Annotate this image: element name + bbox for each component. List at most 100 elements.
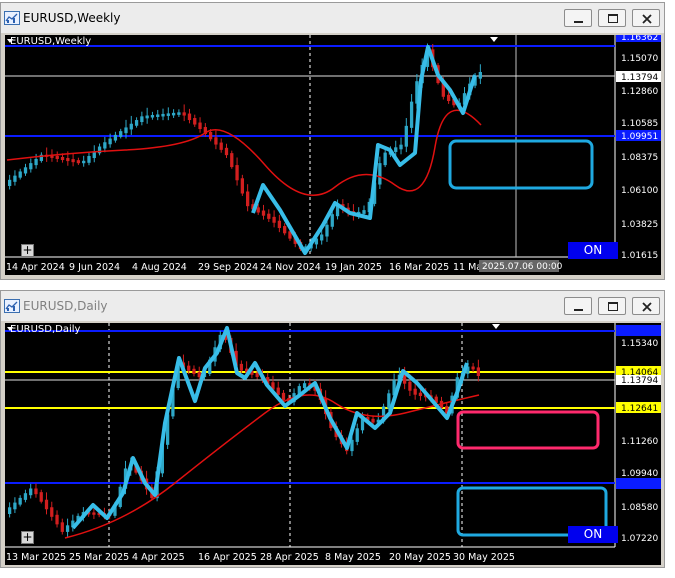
weekly-chart-window: EURUSD,Weekly 1.16362 1.15070 1.13794 1.128… bbox=[0, 2, 665, 280]
daily-candle bbox=[302, 383, 307, 389]
weekly-chart-canvas[interactable]: 1.16362 1.15070 1.13794 1.12860 1.10585 1.099… bbox=[5, 35, 661, 275]
weekly-candle bbox=[208, 131, 213, 140]
daily-sell-zone-box bbox=[456, 410, 600, 450]
weekly-candle bbox=[60, 156, 65, 161]
weekly-candle bbox=[267, 213, 271, 219]
weekly-candle bbox=[119, 131, 123, 137]
daily-candle bbox=[187, 365, 191, 371]
daily-time-label: 28 Apr 2025 bbox=[260, 552, 319, 563]
weekly-time-label: 11 Ma bbox=[453, 262, 482, 273]
weekly-time-label: 4 Aug 2024 bbox=[132, 262, 187, 273]
weekly-candle bbox=[283, 226, 287, 234]
weekly-crosshair-plus-button[interactable]: + bbox=[21, 244, 34, 257]
weekly-candle bbox=[187, 113, 192, 121]
weekly-candle bbox=[103, 142, 107, 149]
daily-on-button[interactable]: ON bbox=[568, 526, 618, 543]
weekly-candle bbox=[272, 216, 276, 223]
weekly-crosshair-time-label: 2025.07.06 00:00 bbox=[482, 262, 563, 272]
weekly-candle bbox=[55, 155, 59, 159]
daily-candle bbox=[281, 392, 286, 401]
weekly-time-label: 14 Apr 2024 bbox=[6, 262, 65, 273]
weekly-candle bbox=[76, 160, 81, 164]
weekly-candle bbox=[240, 178, 244, 194]
daily-time-label: 25 Mar 2025 bbox=[69, 552, 129, 563]
weekly-candle bbox=[235, 165, 239, 181]
minimize-button[interactable] bbox=[564, 297, 592, 315]
weekly-candle bbox=[166, 113, 170, 116]
daily-candle bbox=[65, 525, 70, 532]
daily-candle bbox=[192, 368, 196, 374]
weekly-candle bbox=[23, 167, 28, 174]
weekly-candle bbox=[256, 207, 260, 213]
status-strip bbox=[0, 568, 675, 578]
weekly-window-titlebar[interactable]: EURUSD,Weekly bbox=[1, 3, 664, 33]
maximize-icon bbox=[608, 14, 618, 23]
weekly-price-label: 1.15070 bbox=[621, 54, 658, 64]
weekly-candle bbox=[277, 220, 282, 229]
chart-window-icon bbox=[4, 11, 20, 25]
weekly-candle bbox=[177, 112, 181, 115]
weekly-time-label: 29 Sep 2024 bbox=[198, 262, 258, 273]
weekly-candle bbox=[161, 113, 165, 117]
weekly-candle bbox=[18, 171, 22, 178]
weekly-candle bbox=[129, 123, 133, 130]
daily-candle bbox=[408, 381, 412, 391]
daily-candle bbox=[50, 507, 54, 517]
weekly-shift-marker-icon bbox=[490, 37, 498, 42]
close-button[interactable] bbox=[632, 297, 660, 315]
weekly-on-button[interactable]: ON bbox=[568, 242, 618, 259]
daily-shift-marker-icon bbox=[492, 324, 500, 329]
weekly-candle bbox=[156, 114, 160, 117]
daily-price-label: 1.12641 bbox=[621, 404, 658, 414]
weekly-candle bbox=[34, 158, 38, 166]
weekly-candle bbox=[320, 234, 324, 241]
maximize-button[interactable] bbox=[598, 297, 626, 315]
weekly-candle bbox=[193, 118, 197, 125]
weekly-candle bbox=[362, 210, 366, 214]
daily-window-title: EURUSD,Daily bbox=[23, 299, 108, 313]
weekly-time-label: 19 Jan 2025 bbox=[325, 262, 382, 273]
weekly-candle bbox=[171, 112, 176, 116]
weekly-chart-label: EURUSD,Weekly bbox=[10, 36, 92, 47]
daily-chart-label: EURUSD,Daily bbox=[10, 324, 81, 335]
minimize-button[interactable] bbox=[564, 9, 592, 27]
daily-candle bbox=[44, 499, 49, 510]
weekly-candle bbox=[394, 147, 398, 152]
weekly-candle bbox=[71, 159, 75, 163]
daily-candle bbox=[8, 507, 12, 514]
daily-chart-canvas[interactable]: 1.15340 1.14064 1.13794 1.12641 1.11260 1.099… bbox=[5, 323, 661, 565]
daily-candle bbox=[55, 514, 59, 525]
daily-crosshair-plus-button[interactable]: + bbox=[21, 531, 34, 544]
daily-candle bbox=[13, 502, 17, 510]
daily-price-label: 1.07220 bbox=[621, 534, 658, 544]
weekly-candle bbox=[330, 214, 334, 227]
weekly-candle bbox=[219, 142, 223, 150]
weekly-price-label: 1.16362 bbox=[621, 35, 658, 43]
daily-candle bbox=[18, 497, 22, 505]
daily-price-label: 1.11260 bbox=[621, 437, 658, 447]
daily-time-label: 30 May 2025 bbox=[453, 552, 515, 563]
daily-time-label: 20 May 2025 bbox=[389, 552, 451, 563]
weekly-candle bbox=[230, 153, 234, 168]
daily-candle bbox=[471, 366, 475, 370]
weekly-price-label: 1.12860 bbox=[621, 87, 658, 97]
minimize-icon bbox=[574, 309, 583, 311]
daily-window-titlebar[interactable]: EURUSD,Daily bbox=[1, 291, 664, 321]
weekly-price-label: 1.13794 bbox=[621, 73, 658, 83]
daily-candle bbox=[29, 488, 33, 496]
daily-price-label: 1.09940 bbox=[621, 469, 658, 479]
weekly-candle bbox=[113, 134, 118, 141]
daily-time-label: 13 Mar 2025 bbox=[6, 552, 66, 563]
daily-price-label: 1.08580 bbox=[621, 503, 658, 513]
weekly-candle bbox=[82, 160, 86, 164]
weekly-window-title: EURUSD,Weekly bbox=[23, 11, 121, 25]
maximize-button[interactable] bbox=[598, 9, 626, 27]
weekly-candle bbox=[446, 94, 451, 102]
weekly-candle bbox=[124, 127, 128, 134]
daily-candle bbox=[239, 363, 243, 371]
weekly-price-label: 1.03825 bbox=[621, 220, 658, 230]
daily-candle bbox=[387, 393, 391, 409]
close-button[interactable] bbox=[632, 9, 660, 27]
daily-candle bbox=[92, 512, 96, 515]
weekly-candle bbox=[66, 158, 70, 162]
